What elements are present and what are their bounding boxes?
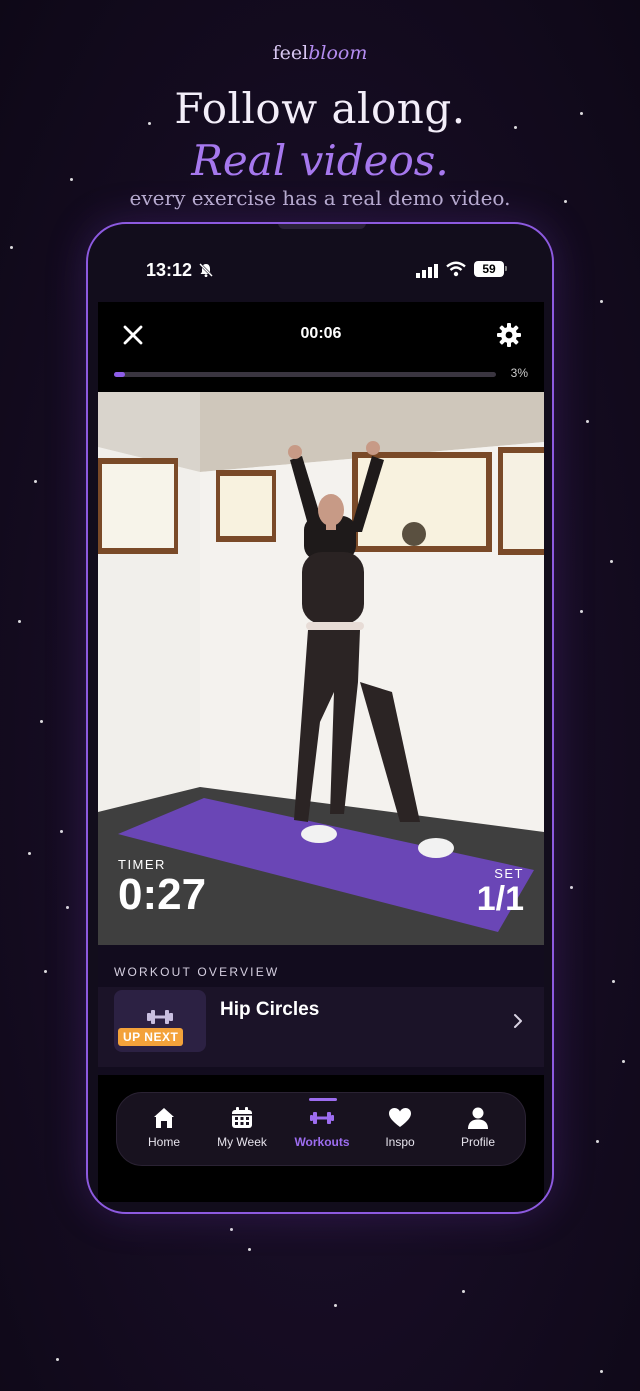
workout-overview: WORKOUT OVERVIEW UP NEXT Hip Circles [98,945,544,1075]
nav-label-workouts: Workouts [294,1135,350,1149]
calendar-icon [232,1107,252,1128]
nav-label-profile: Profile [460,1135,495,1149]
up-next-card[interactable]: UP NEXT Hip Circles [98,987,544,1067]
headline-subtitle: every exercise has a real demo video. [129,186,511,210]
heart-icon [389,1108,411,1127]
nav-item-my-week[interactable]: My Week [203,1105,281,1149]
phone-notch [278,224,366,229]
wifi-icon [446,261,466,282]
bell-slash-icon [198,262,214,283]
settings-button[interactable] [496,322,522,348]
phone-frame: 13:12 59 00:06 3% TIMER 0:27 SET 1/1 WOR… [86,222,554,1214]
bottom-navigation: Home My Week Workouts Inspo Profile [116,1092,526,1166]
exercise-demo-video[interactable]: TIMER 0:27 SET 1/1 [98,392,544,945]
exercise-thumbnail: UP NEXT [114,990,206,1052]
dumbbell-icon [310,1112,334,1124]
brand-logo: feelbloom [0,42,640,64]
progress-fill [114,372,126,377]
home-icon [154,1108,174,1128]
gear-icon [497,323,521,347]
overview-title: WORKOUT OVERVIEW [114,965,280,979]
elapsed-time: 00:06 [300,325,342,342]
dumbbell-icon [147,1010,173,1024]
set-label: SET [494,866,524,881]
nav-item-workouts[interactable]: Workouts [283,1098,361,1149]
signal-icon [416,264,438,283]
nav-item-home[interactable]: Home [125,1105,203,1149]
timer-value: 0:27 [118,870,207,919]
active-tab-indicator [309,1098,337,1101]
brand-part-1: feel [272,42,309,64]
status-bar: 13:12 59 [88,260,552,284]
battery-icon: 59 [474,261,504,277]
headline-line-1: Follow along. [174,84,466,133]
progress-percent: 3% [510,366,528,380]
battery-tip [505,266,507,271]
nav-item-profile[interactable]: Profile [439,1105,517,1149]
workout-progress-bar [114,372,496,377]
nav-label-inspo: Inspo [385,1135,415,1149]
person-icon [468,1107,488,1129]
next-exercise-name: Hip Circles [220,999,320,1020]
nav-label-my-week: My Week [217,1135,267,1149]
brand-part-2: bloom [308,42,368,64]
status-time: 13:12 [146,260,193,280]
chevron-right-icon [514,1014,522,1028]
player-top-bar: 00:06 3% [98,302,544,392]
workout-player-screen: 00:06 3% TIMER 0:27 SET 1/1 WORKOUT OVER… [98,302,544,1202]
nav-label-home: Home [147,1135,180,1149]
up-next-badge: UP NEXT [118,1028,184,1046]
nav-item-inspo[interactable]: Inspo [361,1105,439,1149]
headline-line-2: Real videos. [191,136,449,185]
set-value: 1/1 [476,880,524,918]
